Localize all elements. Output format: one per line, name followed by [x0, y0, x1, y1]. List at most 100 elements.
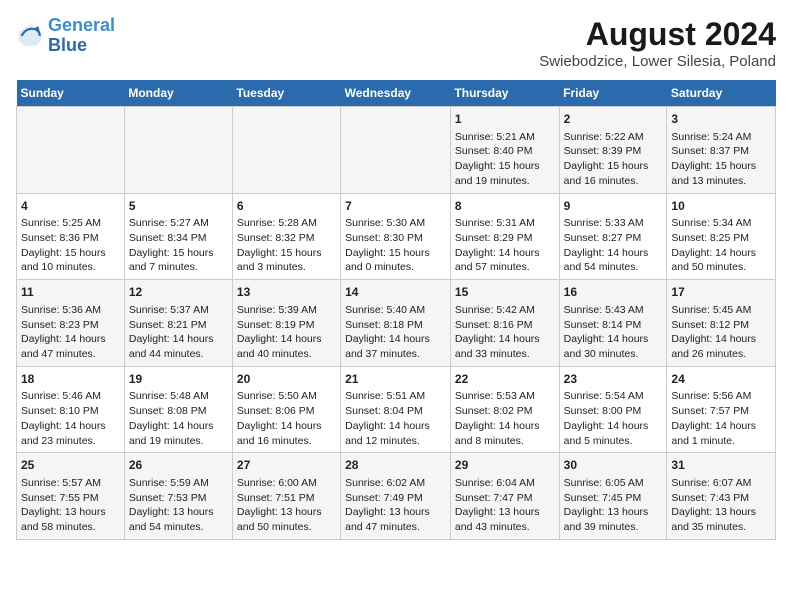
cell-content-line: Sunrise: 5:27 AM — [129, 216, 228, 231]
cell-content-line: Daylight: 14 hours and 19 minutes. — [129, 419, 228, 448]
calendar-cell-0-5: 2Sunrise: 5:22 AMSunset: 8:39 PMDaylight… — [559, 107, 667, 194]
day-number: 28 — [345, 457, 446, 474]
cell-content-line: Sunrise: 5:40 AM — [345, 303, 446, 318]
logo-text: General Blue — [48, 16, 115, 56]
cell-content-line: Daylight: 13 hours and 43 minutes. — [455, 505, 555, 534]
calendar-cell-3-5: 23Sunrise: 5:54 AMSunset: 8:00 PMDayligh… — [559, 366, 667, 453]
day-number: 17 — [671, 284, 771, 301]
calendar-body: 1Sunrise: 5:21 AMSunset: 8:40 PMDaylight… — [17, 107, 776, 540]
cell-content-line: Sunset: 8:19 PM — [237, 318, 336, 333]
cell-content-line: Sunset: 8:25 PM — [671, 231, 771, 246]
cell-content-line: Sunset: 8:29 PM — [455, 231, 555, 246]
cell-content-line: Sunrise: 5:39 AM — [237, 303, 336, 318]
calendar-cell-1-4: 8Sunrise: 5:31 AMSunset: 8:29 PMDaylight… — [450, 193, 559, 280]
calendar-cell-2-4: 15Sunrise: 5:42 AMSunset: 8:16 PMDayligh… — [450, 280, 559, 367]
cell-content-line: Sunrise: 5:51 AM — [345, 389, 446, 404]
header-row: Sunday Monday Tuesday Wednesday Thursday… — [17, 80, 776, 107]
calendar-cell-0-2 — [232, 107, 340, 194]
cell-content-line: Sunset: 8:18 PM — [345, 318, 446, 333]
cell-content-line: Sunrise: 5:33 AM — [564, 216, 663, 231]
cell-content-line: Sunset: 8:36 PM — [21, 231, 120, 246]
cell-content-line: Sunrise: 5:30 AM — [345, 216, 446, 231]
day-number: 20 — [237, 371, 336, 388]
day-number: 29 — [455, 457, 555, 474]
day-number: 11 — [21, 284, 120, 301]
subtitle: Swiebodzice, Lower Silesia, Poland — [539, 53, 776, 70]
calendar-cell-2-2: 13Sunrise: 5:39 AMSunset: 8:19 PMDayligh… — [232, 280, 340, 367]
cell-content-line: Sunset: 7:43 PM — [671, 491, 771, 506]
cell-content-line: Daylight: 14 hours and 57 minutes. — [455, 246, 555, 275]
cell-content-line: Sunset: 8:40 PM — [455, 144, 555, 159]
cell-content-line: Daylight: 14 hours and 47 minutes. — [21, 332, 120, 361]
cell-content-line: Daylight: 14 hours and 26 minutes. — [671, 332, 771, 361]
cell-content-line: Sunset: 8:27 PM — [564, 231, 663, 246]
week-row-1: 1Sunrise: 5:21 AMSunset: 8:40 PMDaylight… — [17, 107, 776, 194]
calendar-cell-4-5: 30Sunrise: 6:05 AMSunset: 7:45 PMDayligh… — [559, 453, 667, 540]
calendar-cell-3-1: 19Sunrise: 5:48 AMSunset: 8:08 PMDayligh… — [124, 366, 232, 453]
calendar-cell-3-3: 21Sunrise: 5:51 AMSunset: 8:04 PMDayligh… — [341, 366, 451, 453]
cell-content-line: Sunrise: 5:25 AM — [21, 216, 120, 231]
logo: General Blue — [16, 16, 115, 56]
day-number: 23 — [564, 371, 663, 388]
cell-content-line: Sunset: 8:37 PM — [671, 144, 771, 159]
day-number: 9 — [564, 198, 663, 215]
calendar-cell-2-5: 16Sunrise: 5:43 AMSunset: 8:14 PMDayligh… — [559, 280, 667, 367]
day-number: 27 — [237, 457, 336, 474]
cell-content-line: Daylight: 14 hours and 16 minutes. — [237, 419, 336, 448]
cell-content-line: Sunrise: 5:34 AM — [671, 216, 771, 231]
calendar-cell-4-3: 28Sunrise: 6:02 AMSunset: 7:49 PMDayligh… — [341, 453, 451, 540]
logo-icon — [16, 22, 44, 50]
cell-content-line: Daylight: 15 hours and 19 minutes. — [455, 159, 555, 188]
header-monday: Monday — [124, 80, 232, 107]
cell-content-line: Daylight: 14 hours and 54 minutes. — [564, 246, 663, 275]
cell-content-line: Sunrise: 5:21 AM — [455, 130, 555, 145]
week-row-2: 4Sunrise: 5:25 AMSunset: 8:36 PM Daylight… — [17, 193, 776, 280]
cell-content-line: Sunrise: 5:46 AM — [21, 389, 120, 404]
cell-content-line: Daylight: 13 hours and 54 minutes. — [129, 505, 228, 534]
week-row-5: 25Sunrise: 5:57 AMSunset: 7:55 PMDayligh… — [17, 453, 776, 540]
cell-content-line: Sunrise: 5:24 AM — [671, 130, 771, 145]
cell-content-line: Sunrise: 5:28 AM — [237, 216, 336, 231]
cell-content-line: Daylight: 14 hours and 50 minutes. — [671, 246, 771, 275]
day-number: 15 — [455, 284, 555, 301]
cell-content-line: Sunset: 7:45 PM — [564, 491, 663, 506]
calendar-cell-3-4: 22Sunrise: 5:53 AMSunset: 8:02 PMDayligh… — [450, 366, 559, 453]
day-number: 19 — [129, 371, 228, 388]
calendar-cell-1-1: 5Sunrise: 5:27 AMSunset: 8:34 PMDaylight… — [124, 193, 232, 280]
cell-content-line: Sunrise: 5:31 AM — [455, 216, 555, 231]
cell-content-line: Sunrise: 6:07 AM — [671, 476, 771, 491]
day-number: 4 — [21, 198, 120, 215]
cell-content-line: Sunset: 8:06 PM — [237, 404, 336, 419]
cell-content-line: Sunrise: 6:04 AM — [455, 476, 555, 491]
cell-content-line: Sunset: 8:21 PM — [129, 318, 228, 333]
calendar-cell-0-1 — [124, 107, 232, 194]
cell-content-line: Daylight: 13 hours and 47 minutes. — [345, 505, 446, 534]
cell-content-line: Sunrise: 5:42 AM — [455, 303, 555, 318]
week-row-4: 18Sunrise: 5:46 AMSunset: 8:10 PMDayligh… — [17, 366, 776, 453]
calendar-cell-1-2: 6Sunrise: 5:28 AMSunset: 8:32 PMDaylight… — [232, 193, 340, 280]
cell-content-line: Sunset: 8:04 PM — [345, 404, 446, 419]
cell-content-line: Daylight: 15 hours and 3 minutes. — [237, 246, 336, 275]
cell-content-line: Sunrise: 5:56 AM — [671, 389, 771, 404]
cell-content-line: Daylight: 14 hours and 12 minutes. — [345, 419, 446, 448]
day-number: 21 — [345, 371, 446, 388]
cell-content-line: Sunrise: 5:43 AM — [564, 303, 663, 318]
header-saturday: Saturday — [667, 80, 776, 107]
cell-content-line: Sunset: 8:16 PM — [455, 318, 555, 333]
cell-content-line: Sunrise: 6:00 AM — [237, 476, 336, 491]
cell-content-line: Sunset: 8:02 PM — [455, 404, 555, 419]
cell-content-line: Sunrise: 5:59 AM — [129, 476, 228, 491]
day-number: 12 — [129, 284, 228, 301]
cell-content-line: Sunrise: 5:45 AM — [671, 303, 771, 318]
cell-content-line: Sunset: 7:47 PM — [455, 491, 555, 506]
cell-content-line: Sunset: 8:23 PM — [21, 318, 120, 333]
cell-content-line: Sunrise: 5:22 AM — [564, 130, 663, 145]
calendar-cell-2-6: 17Sunrise: 5:45 AMSunset: 8:12 PMDayligh… — [667, 280, 776, 367]
cell-content-line: Daylight: 14 hours and 40 minutes. — [237, 332, 336, 361]
cell-content-line: Sunset: 8:39 PM — [564, 144, 663, 159]
cell-content-line: Daylight: 13 hours and 39 minutes. — [564, 505, 663, 534]
calendar-cell-1-0: 4Sunrise: 5:25 AMSunset: 8:36 PMDaylight… — [17, 193, 125, 280]
calendar-cell-1-6: 10Sunrise: 5:34 AMSunset: 8:25 PMDayligh… — [667, 193, 776, 280]
day-number: 30 — [564, 457, 663, 474]
cell-content-line: Daylight: 14 hours and 23 minutes. — [21, 419, 120, 448]
